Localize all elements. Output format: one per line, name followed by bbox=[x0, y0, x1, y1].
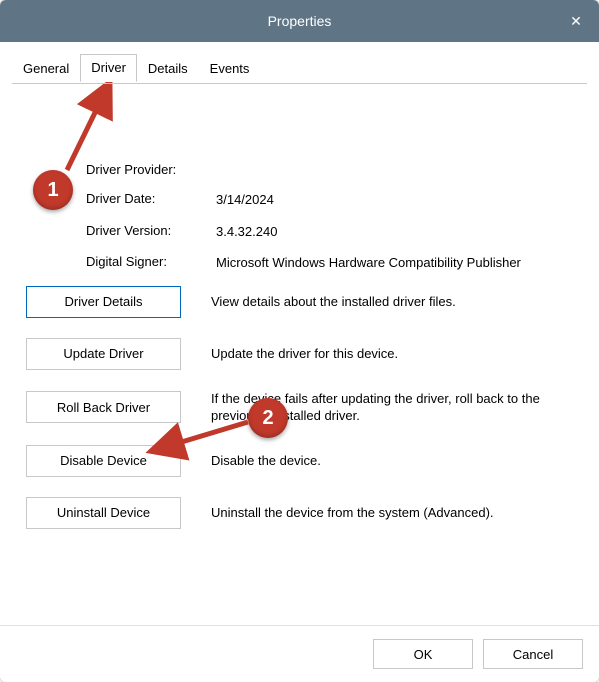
close-button[interactable]: ✕ bbox=[553, 0, 599, 42]
digital-signer-value: Microsoft Windows Hardware Compatibility… bbox=[216, 254, 573, 272]
driver-version-value: 3.4.32.240 bbox=[216, 223, 573, 241]
driver-details-button[interactable]: Driver Details bbox=[26, 286, 181, 318]
roll-back-driver-desc: If the device fails after updating the d… bbox=[211, 390, 573, 425]
uninstall-device-button[interactable]: Uninstall Device bbox=[26, 497, 181, 529]
roll-back-driver-row: Roll Back Driver If the device fails aft… bbox=[26, 390, 573, 425]
tab-underline bbox=[12, 83, 587, 84]
driver-date-row: Driver Date: 3/14/2024 bbox=[86, 191, 573, 209]
update-driver-button[interactable]: Update Driver bbox=[26, 338, 181, 370]
disable-device-row: Disable Device Disable the device. bbox=[26, 445, 573, 477]
title-bar: Properties ✕ bbox=[0, 0, 599, 42]
digital-signer-row: Digital Signer: Microsoft Windows Hardwa… bbox=[86, 254, 573, 272]
driver-details-row: Driver Details View details about the in… bbox=[26, 286, 573, 318]
tab-strip: General Driver Details Events bbox=[0, 42, 599, 82]
tab-details[interactable]: Details bbox=[137, 55, 199, 82]
ok-button[interactable]: OK bbox=[373, 639, 473, 669]
tab-general[interactable]: General bbox=[12, 55, 80, 82]
update-driver-row: Update Driver Update the driver for this… bbox=[26, 338, 573, 370]
driver-version-row: Driver Version: 3.4.32.240 bbox=[86, 223, 573, 241]
driver-provider-value bbox=[216, 162, 573, 177]
digital-signer-label: Digital Signer: bbox=[86, 254, 216, 272]
disable-device-button[interactable]: Disable Device bbox=[26, 445, 181, 477]
update-driver-desc: Update the driver for this device. bbox=[211, 345, 573, 363]
properties-dialog: Properties ✕ General Driver Details Even… bbox=[0, 0, 599, 682]
driver-actions: Driver Details View details about the in… bbox=[26, 286, 573, 529]
driver-date-value: 3/14/2024 bbox=[216, 191, 573, 209]
driver-date-label: Driver Date: bbox=[86, 191, 216, 209]
cancel-button[interactable]: Cancel bbox=[483, 639, 583, 669]
driver-version-label: Driver Version: bbox=[86, 223, 216, 241]
close-icon: ✕ bbox=[570, 13, 582, 30]
driver-details-desc: View details about the installed driver … bbox=[211, 293, 573, 311]
disable-device-desc: Disable the device. bbox=[211, 452, 573, 470]
driver-provider-label: Driver Provider: bbox=[86, 162, 216, 177]
driver-provider-row: Driver Provider: bbox=[86, 162, 573, 177]
window-title: Properties bbox=[268, 13, 332, 29]
tab-driver[interactable]: Driver bbox=[80, 54, 137, 82]
uninstall-device-row: Uninstall Device Uninstall the device fr… bbox=[26, 497, 573, 529]
uninstall-device-desc: Uninstall the device from the system (Ad… bbox=[211, 504, 573, 522]
driver-info: Driver Provider: Driver Date: 3/14/2024 … bbox=[86, 162, 573, 272]
tab-panel-driver: Driver Provider: Driver Date: 3/14/2024 … bbox=[0, 82, 599, 529]
roll-back-driver-button[interactable]: Roll Back Driver bbox=[26, 391, 181, 423]
tab-events[interactable]: Events bbox=[199, 55, 261, 82]
dialog-footer: OK Cancel bbox=[0, 625, 599, 682]
